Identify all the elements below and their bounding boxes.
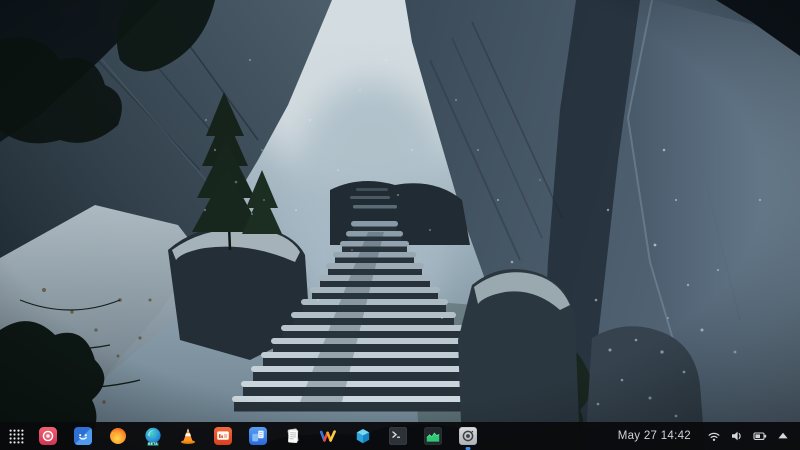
taskbar: BETA May 27 14:42 bbox=[0, 422, 800, 450]
dock-icon-file-manager[interactable] bbox=[74, 427, 92, 445]
system-monitor-icon bbox=[424, 427, 442, 445]
terminal-icon bbox=[389, 427, 407, 445]
dock: BETA bbox=[39, 427, 477, 450]
file-manager-icon bbox=[74, 427, 92, 445]
wps-writer-icon bbox=[249, 427, 267, 445]
dock-icon-vlc[interactable] bbox=[179, 427, 197, 445]
dock-icon-wps-presentation[interactable] bbox=[214, 427, 232, 445]
dock-icon-wps-writer[interactable] bbox=[249, 427, 267, 445]
dock-icon-browser-beta[interactable]: BETA bbox=[144, 427, 162, 446]
volume-icon[interactable] bbox=[730, 429, 744, 443]
dock-icon-3d-viewer[interactable] bbox=[354, 427, 372, 445]
dock-icon-camera[interactable] bbox=[39, 427, 57, 445]
wallpaper-image bbox=[0, 0, 800, 450]
firefox-icon bbox=[110, 428, 126, 444]
beta-badge: BETA bbox=[147, 442, 159, 446]
battery-icon[interactable] bbox=[753, 429, 767, 443]
wps-office-icon bbox=[319, 430, 336, 442]
tray-expand-arrow-icon[interactable] bbox=[776, 429, 790, 443]
wifi-icon[interactable] bbox=[707, 429, 721, 443]
cube-icon bbox=[356, 429, 370, 444]
dock-icon-text-editor[interactable] bbox=[284, 427, 302, 445]
dock-icon-wps-office[interactable] bbox=[319, 427, 337, 445]
text-editor-icon bbox=[287, 428, 299, 444]
desktop[interactable]: BETA May 27 14:42 bbox=[0, 0, 800, 450]
dock-icon-terminal[interactable] bbox=[389, 427, 407, 445]
camera-icon bbox=[39, 427, 57, 445]
dock-icon-firefox[interactable] bbox=[109, 427, 127, 445]
taskbar-clock[interactable]: May 27 14:42 bbox=[618, 430, 691, 442]
wps-presentation-icon bbox=[214, 427, 232, 445]
dock-icon-system-monitor[interactable] bbox=[424, 427, 442, 445]
system-tray bbox=[707, 429, 790, 443]
vlc-icon bbox=[181, 428, 195, 444]
screen-recorder-icon bbox=[459, 427, 477, 445]
dock-icon-screen-recorder[interactable] bbox=[459, 427, 477, 450]
launcher-button[interactable] bbox=[8, 428, 25, 445]
launcher-grid-icon bbox=[9, 429, 24, 443]
